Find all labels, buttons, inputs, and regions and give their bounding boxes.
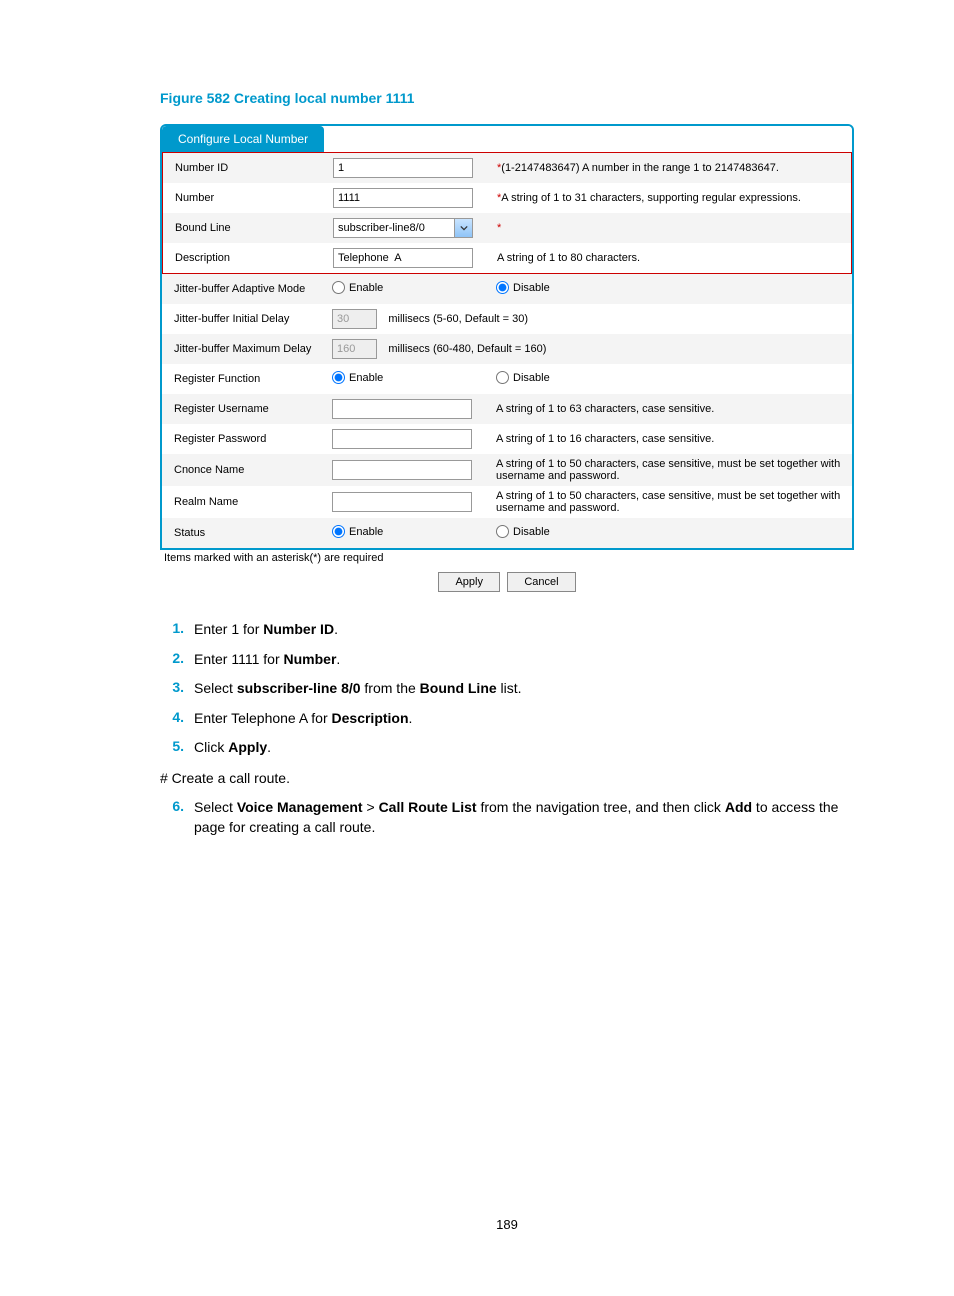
create-call-route-para: # Create a call route. [160, 770, 854, 786]
jitter-mode-disable-radio[interactable] [496, 281, 509, 294]
row-number-id: Number ID *(1-2147483647) A number in th… [163, 153, 851, 183]
label-jitter-mode: Jitter-buffer Adaptive Mode [162, 277, 332, 301]
number-input[interactable] [333, 188, 473, 208]
status-disable-radio[interactable] [496, 525, 509, 538]
row-jitter-max: Jitter-buffer Maximum Delay millisecs (6… [162, 334, 852, 364]
hint-jitter-initial: millisecs (5-60, Default = 30) [388, 313, 528, 325]
row-status: Status Enable Disable [162, 518, 852, 548]
label-status: Status [162, 521, 332, 545]
label-description: Description [163, 246, 333, 270]
step-num: 2. [160, 650, 184, 670]
row-jitter-mode: Jitter-buffer Adaptive Mode Enable Disab… [162, 274, 852, 304]
step-text: Enter 1 for Number ID. [194, 620, 854, 640]
row-realm: Realm Name A string of 1 to 50 character… [162, 486, 852, 518]
hint-bound-line: * [483, 218, 851, 238]
status-enable-radio[interactable] [332, 525, 345, 538]
label-reg-username: Register Username [162, 397, 332, 421]
step-num: 1. [160, 620, 184, 640]
jitter-initial-input [332, 309, 377, 329]
label-cnonce: Cnonce Name [162, 458, 332, 482]
hint-description: A string of 1 to 80 characters. [483, 248, 851, 268]
cancel-button[interactable]: Cancel [507, 572, 575, 592]
row-number: Number *A string of 1 to 31 characters, … [163, 183, 851, 213]
hint-number-id: *(1-2147483647) A number in the range 1 … [483, 158, 851, 178]
tab-bar: Configure Local Number [162, 126, 852, 152]
row-bound-line: Bound Line subscriber-line8/0 * [163, 213, 851, 243]
step-num: 6. [160, 798, 184, 837]
number-id-input[interactable] [333, 158, 473, 178]
step-text: Select Voice Management > Call Route Lis… [194, 798, 854, 837]
required-fields-highlight: Number ID *(1-2147483647) A number in th… [162, 152, 852, 274]
hint-reg-password: A string of 1 to 16 characters, case sen… [482, 429, 852, 449]
step-text: Enter Telephone A for Description. [194, 709, 854, 729]
row-cnonce: Cnonce Name A string of 1 to 50 characte… [162, 454, 852, 486]
description-input[interactable] [333, 248, 473, 268]
step-text: Click Apply. [194, 738, 854, 758]
hint-number: *A string of 1 to 31 characters, support… [483, 188, 851, 208]
figure-title: Figure 582 Creating local number 1111 [160, 90, 854, 106]
hint-reg-username: A string of 1 to 63 characters, case sen… [482, 399, 852, 419]
hint-jitter-max: millisecs (60-480, Default = 160) [388, 343, 546, 355]
hint-cnonce: A string of 1 to 50 characters, case sen… [482, 454, 852, 486]
label-number: Number [163, 186, 333, 210]
bound-line-select[interactable]: subscriber-line8/0 [333, 218, 473, 238]
row-reg-function: Register Function Enable Disable [162, 364, 852, 394]
tab-configure-local-number[interactable]: Configure Local Number [162, 126, 324, 152]
step-num: 5. [160, 738, 184, 758]
label-reg-function: Register Function [162, 367, 332, 391]
hint-realm: A string of 1 to 50 characters, case sen… [482, 486, 852, 518]
row-reg-username: Register Username A string of 1 to 63 ch… [162, 394, 852, 424]
reg-function-enable-radio[interactable] [332, 371, 345, 384]
reg-username-input[interactable] [332, 399, 472, 419]
label-reg-password: Register Password [162, 427, 332, 451]
step-text: Enter 1111 for Number. [194, 650, 854, 670]
jitter-mode-enable-radio[interactable] [332, 281, 345, 294]
row-jitter-initial: Jitter-buffer Initial Delay millisecs (5… [162, 304, 852, 334]
realm-input[interactable] [332, 492, 472, 512]
label-bound-line: Bound Line [163, 216, 333, 240]
row-reg-password: Register Password A string of 1 to 16 ch… [162, 424, 852, 454]
reg-function-disable-radio[interactable] [496, 371, 509, 384]
step-num: 4. [160, 709, 184, 729]
label-jitter-initial: Jitter-buffer Initial Delay [162, 307, 332, 331]
jitter-max-input [332, 339, 377, 359]
row-description: Description A string of 1 to 80 characte… [163, 243, 851, 273]
step-text: Select subscriber-line 8/0 from the Boun… [194, 679, 854, 699]
page-number: 189 [160, 1217, 854, 1232]
reg-password-input[interactable] [332, 429, 472, 449]
config-panel: Configure Local Number Number ID *(1-214… [160, 124, 854, 550]
cnonce-input[interactable] [332, 460, 472, 480]
step-num: 3. [160, 679, 184, 699]
button-row: Apply Cancel [160, 572, 854, 592]
apply-button[interactable]: Apply [438, 572, 500, 592]
chevron-down-icon [454, 219, 472, 237]
label-jitter-max: Jitter-buffer Maximum Delay [162, 337, 332, 361]
label-realm: Realm Name [162, 490, 332, 514]
required-note: Items marked with an asterisk(*) are req… [160, 552, 854, 564]
label-number-id: Number ID [163, 156, 333, 180]
steps-list: 1. Enter 1 for Number ID. 2. Enter 1111 fo… [160, 620, 854, 758]
